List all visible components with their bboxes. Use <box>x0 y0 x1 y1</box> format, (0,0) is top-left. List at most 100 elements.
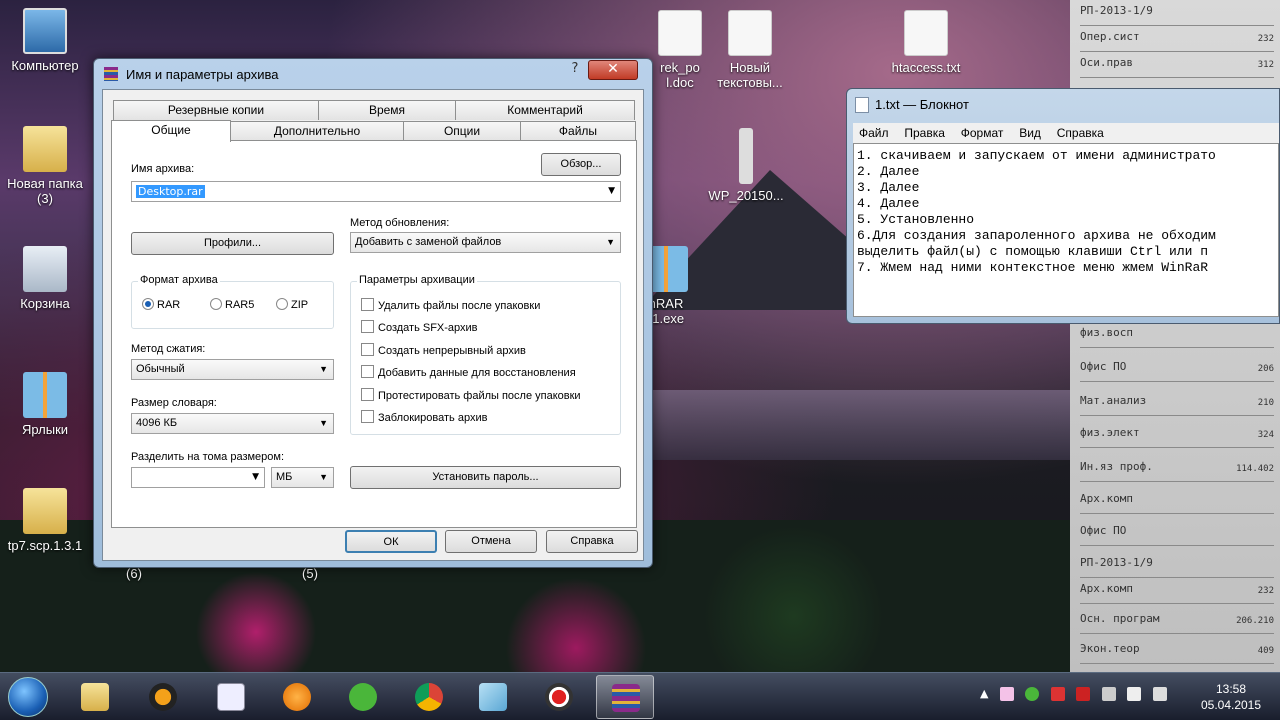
notepad-icon <box>855 97 869 113</box>
solid-checkbox[interactable]: Создать непрерывный архив <box>361 343 526 357</box>
menu-view[interactable]: Вид <box>1019 123 1041 143</box>
start-button[interactable] <box>8 677 48 717</box>
archive-dialog[interactable]: Имя и параметры архива ? ✕ Резервные коп… <box>93 58 653 568</box>
dictionary-select[interactable]: 4096 КБ ▼ <box>131 413 334 434</box>
desktop-icon-tp7[interactable]: tp7.scp.1.3.1 <box>5 488 85 553</box>
menu-help[interactable]: Справка <box>1057 123 1104 143</box>
delete-after-checkbox[interactable]: Удалить файлы после упаковки <box>361 298 540 312</box>
antivirus-icon[interactable] <box>1050 687 1065 701</box>
desktop-icon-count-6: (6) <box>94 566 174 581</box>
taskbar-calculator[interactable] <box>202 675 260 719</box>
chevron-down-icon: ▼ <box>319 472 328 482</box>
menu-edit[interactable]: Правка <box>904 123 945 143</box>
tab-general[interactable]: Общие <box>111 120 231 142</box>
radio-icon <box>210 298 222 310</box>
paper-line: Опер.сист 232 <box>1080 26 1274 52</box>
format-rar-label: RAR <box>157 299 181 311</box>
tab-comment[interactable]: Комментарий <box>455 100 635 120</box>
clock-date: 05.04.2015 <box>1200 698 1262 712</box>
network-icon[interactable] <box>1127 687 1142 701</box>
notepad-line: 7. Жмем над ними контекстное меню жмем W… <box>857 260 1209 275</box>
desktop-icon-computer[interactable]: Компьютер <box>5 8 85 73</box>
warning-icon[interactable] <box>1076 687 1091 701</box>
chevron-down-icon[interactable]: ▼ <box>252 468 259 487</box>
device-icon[interactable] <box>1101 687 1116 701</box>
format-rar-radio[interactable]: RAR <box>142 298 180 311</box>
chrome-icon <box>415 683 443 711</box>
desktop-icon-sublabel: текстовы... <box>717 75 783 90</box>
utorrent-tray-icon[interactable] <box>1025 687 1040 701</box>
archive-name-input[interactable]: Desktop.rar ▼ <box>131 181 621 202</box>
checkbox-label: Заблокировать архив <box>378 412 488 424</box>
split-size-input[interactable]: ▼ <box>131 467 265 488</box>
tab-time[interactable]: Время <box>318 100 456 120</box>
compression-label: Метод сжатия: <box>131 343 206 355</box>
help-button[interactable]: Справка <box>546 530 638 553</box>
split-unit-select[interactable]: МБ ▼ <box>271 467 334 488</box>
radio-selected-icon <box>142 298 154 310</box>
desktop-icon-recycle-bin[interactable]: Корзина <box>5 246 85 311</box>
aimp-icon <box>149 683 177 711</box>
taskbar-app[interactable] <box>268 675 326 719</box>
help-icon[interactable]: ? <box>562 61 588 79</box>
test-checkbox[interactable]: Протестировать файлы после упаковки <box>361 388 581 402</box>
desktop-icon-sublabel: (5) <box>302 566 318 581</box>
taskbar-recorder[interactable] <box>530 675 588 719</box>
chevron-down-icon: ▼ <box>319 364 328 374</box>
desktop-icon-count-5: (5) <box>270 566 350 581</box>
winrar-icon <box>104 67 118 81</box>
tab-files[interactable]: Файлы <box>520 121 636 141</box>
profiles-button[interactable]: Профили... <box>131 232 334 255</box>
taskbar-aimp[interactable] <box>134 675 192 719</box>
taskbar-notepad[interactable] <box>464 675 522 719</box>
desktop-icon-label: Корзина <box>20 296 70 311</box>
taskbar-winrar[interactable] <box>596 675 654 719</box>
keyboard-icon[interactable] <box>999 687 1014 701</box>
recorder-icon <box>545 683 573 711</box>
chevron-down-icon[interactable]: ▼ <box>608 182 615 201</box>
format-zip-radio[interactable]: ZIP <box>276 298 308 311</box>
utorrent-icon <box>349 683 377 711</box>
lock-checkbox[interactable]: Заблокировать архив <box>361 410 487 424</box>
notepad-window[interactable]: 1.txt — Блокнот Файл Правка Формат Вид С… <box>846 88 1280 324</box>
system-clock[interactable]: 13:58 05.04.2015 <box>1196 681 1266 713</box>
menu-file[interactable]: Файл <box>859 123 889 143</box>
notepad-line: 4. Далее <box>857 196 920 211</box>
tab-backup[interactable]: Резервные копии <box>113 100 319 120</box>
sfx-checkbox[interactable]: Создать SFX-архив <box>361 320 478 334</box>
ok-button[interactable]: ОК <box>345 530 437 553</box>
menu-format[interactable]: Формат <box>961 123 1004 143</box>
desktop-icon-wp-video[interactable]: WP_20150... <box>706 128 786 203</box>
taskbar-explorer[interactable] <box>66 675 124 719</box>
app-icon <box>283 683 311 711</box>
notepad-line: 3. Далее <box>857 180 920 195</box>
paper-line: Офис ПО <box>1080 520 1274 546</box>
dialog-titlebar[interactable]: Имя и параметры архива ? ✕ <box>94 59 652 89</box>
desktop-icon-shortcuts[interactable]: Ярлыки <box>5 372 85 437</box>
desktop-icon-new-text[interactable]: Новый текстовы... <box>710 10 790 90</box>
compression-select[interactable]: Обычный ▼ <box>131 359 334 380</box>
notepad-line: 2. Далее <box>857 164 920 179</box>
volume-icon[interactable] <box>1152 687 1167 701</box>
format-rar5-radio[interactable]: RAR5 <box>210 298 254 311</box>
desktop-icon-sublabel: (3) <box>37 191 53 206</box>
update-method-select[interactable]: Добавить с заменой файлов ▼ <box>350 232 621 253</box>
browse-button[interactable]: Обзор... <box>541 153 621 176</box>
close-button[interactable]: ✕ <box>588 60 638 80</box>
recovery-checkbox[interactable]: Добавить данные для восстановления <box>361 365 576 379</box>
taskbar: ▲ 13:58 05.04.2015 <box>0 672 1280 720</box>
tab-options[interactable]: Опции <box>403 121 521 141</box>
desktop-icon-sublabel: (6) <box>126 566 142 581</box>
update-method-value: Добавить с заменой файлов <box>355 236 502 248</box>
notepad-text-area[interactable]: 1. скачиваем и запускаем от имени админи… <box>853 143 1279 317</box>
notepad-icon <box>479 683 507 711</box>
tab-advanced[interactable]: Дополнительно <box>230 121 404 141</box>
set-password-button[interactable]: Установить пароль... <box>350 466 621 489</box>
desktop-icon-htaccess[interactable]: htaccess.txt <box>886 10 966 75</box>
tray-expand-icon[interactable]: ▲ <box>980 687 988 701</box>
paper-line: Мат.анализ 210 <box>1080 390 1274 416</box>
desktop-icon-new-folder[interactable]: Новая папка (3) <box>5 126 85 206</box>
taskbar-chrome[interactable] <box>400 675 458 719</box>
cancel-button[interactable]: Отмена <box>445 530 537 553</box>
taskbar-utorrent[interactable] <box>334 675 392 719</box>
